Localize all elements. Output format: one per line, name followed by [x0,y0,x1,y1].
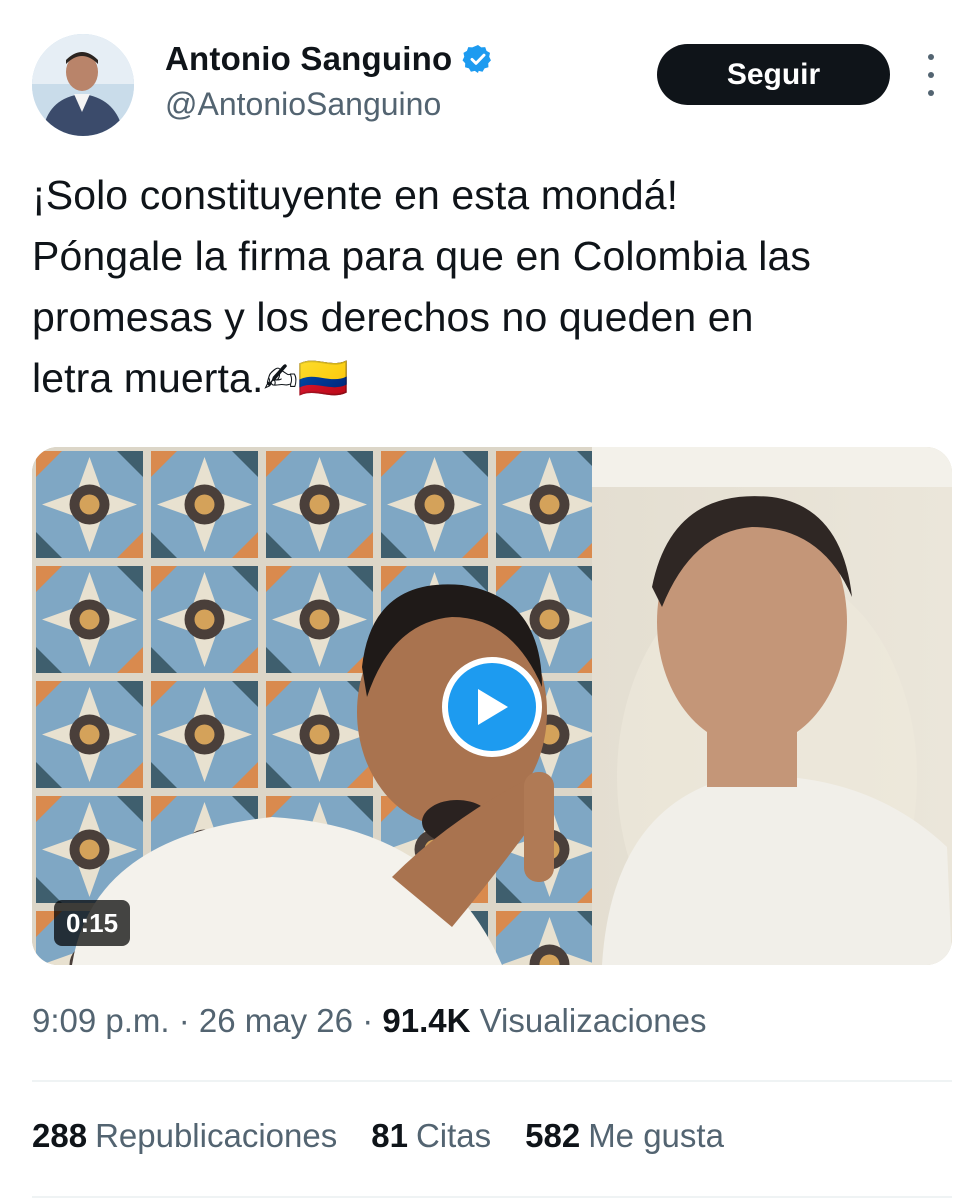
author-display-name[interactable]: Antonio Sanguino [165,40,452,78]
video-player[interactable]: 0:15 [32,447,952,965]
tweet-text-line: letra muerta.✍🇨🇴 [32,355,350,401]
reposts-label: Republicaciones [95,1117,338,1154]
quotes-label: Citas [415,1117,492,1154]
more-options-icon[interactable] [918,54,944,96]
follow-button[interactable]: Seguir [657,44,890,105]
verified-badge-icon [462,43,494,75]
quotes-count: 81 [371,1117,408,1154]
meta-separator: · [362,1002,383,1039]
tweet-text: ¡Solo constituyente en esta mondá! Pónga… [32,165,952,409]
tweet-time[interactable]: 9:09 p.m. [32,1002,170,1039]
divider [32,1196,952,1198]
views-count: 91.4K [382,1002,471,1039]
author-handle[interactable]: @AntonioSanguino [165,86,441,123]
avatar[interactable] [32,34,134,136]
video-duration-badge: 0:15 [54,900,131,946]
meta-separator: · [178,1002,199,1039]
tweet-text-line: Póngale la firma para que en Colombia la… [32,233,811,279]
reposts-stat[interactable]: 288 Republicaciones [32,1117,337,1155]
tweet-text-line: promesas y los derechos no queden en [32,294,754,340]
engagement-stats: 288 Republicaciones 81 Citas 582 Me gusta [32,1117,758,1155]
likes-label: Me gusta [588,1117,724,1154]
tweet-text-line: ¡Solo constituyente en esta mondá! [32,172,679,218]
likes-count: 582 [525,1117,581,1154]
profile-photo [32,34,134,136]
tweet-meta: 9:09 p.m. · 26 may 26 · 91.4K Visualizac… [32,1002,706,1040]
tweet-date[interactable]: 26 may 26 [199,1002,353,1039]
tweet-header: Antonio Sanguino @AntonioSanguino Seguir [0,0,973,150]
name-row: Antonio Sanguino [165,40,494,78]
views-label: Visualizaciones [479,1002,707,1039]
play-icon [478,689,508,725]
reposts-count: 288 [32,1117,88,1154]
divider [32,1080,952,1082]
quotes-stat[interactable]: 81 Citas [371,1117,491,1155]
likes-stat[interactable]: 582 Me gusta [525,1117,724,1155]
play-button[interactable] [442,657,542,757]
